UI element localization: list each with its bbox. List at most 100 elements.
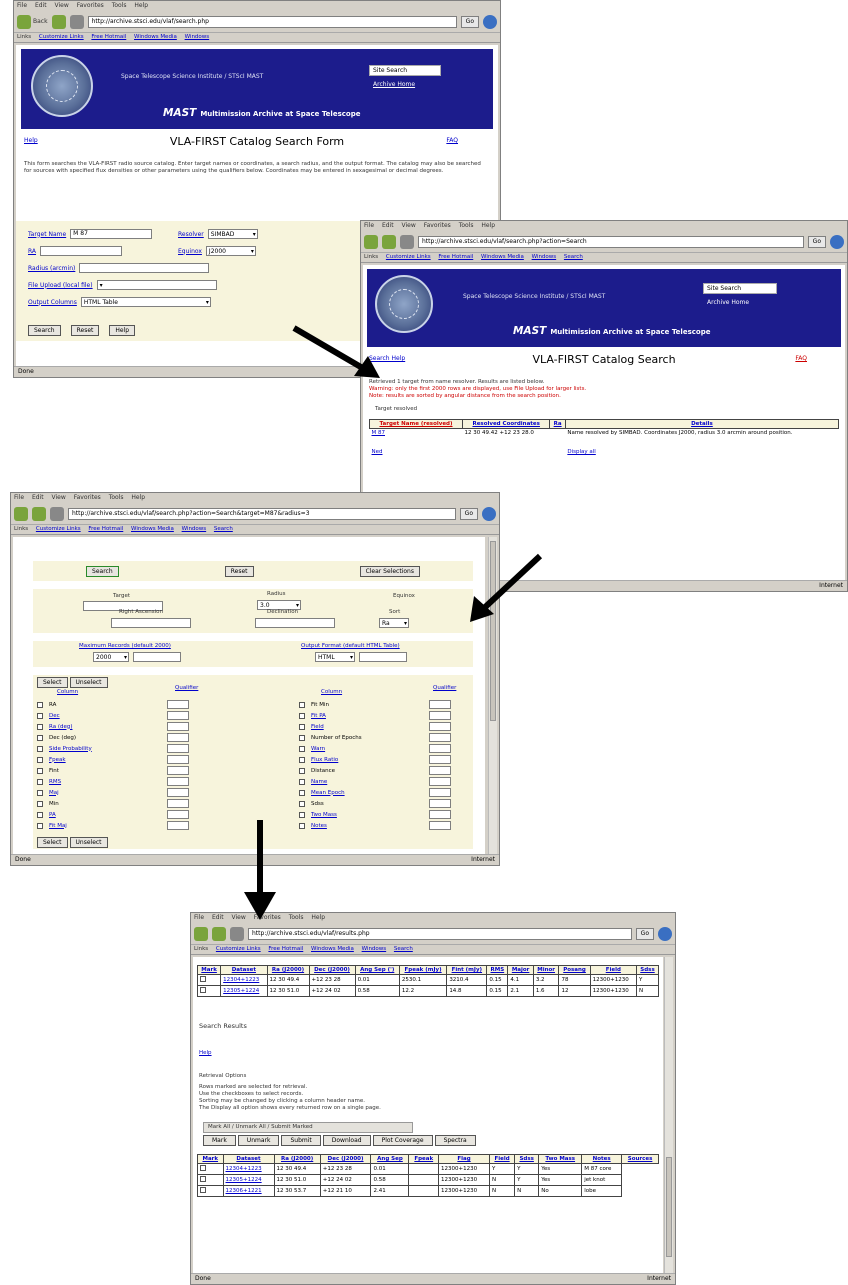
ra-label[interactable]: RA: [28, 248, 36, 255]
target-label[interactable]: Target Name: [28, 231, 66, 238]
menu-edit[interactable]: Edit: [35, 2, 47, 9]
menu-bar[interactable]: File Edit View Favorites Tools Help: [361, 221, 847, 231]
table-cell[interactable]: 12304+1223: [220, 974, 268, 986]
qualifier-input[interactable]: [167, 810, 189, 819]
qualifier-input[interactable]: [167, 722, 189, 731]
forward-button[interactable]: [382, 234, 396, 249]
qualifier-input[interactable]: [167, 788, 189, 797]
column-label[interactable]: Fit PA: [311, 713, 411, 719]
column-checkbox[interactable]: [299, 767, 305, 774]
column-label[interactable]: Field: [311, 724, 411, 730]
equinox-label[interactable]: Equinox: [178, 248, 202, 255]
qualifier-input[interactable]: [429, 810, 451, 819]
col-header[interactable]: Posang: [558, 965, 591, 975]
column-label[interactable]: Mean Epoch: [311, 790, 411, 796]
qualifier-input[interactable]: [167, 755, 189, 764]
site-search-box[interactable]: Site Search: [369, 65, 441, 76]
col-header[interactable]: Major: [507, 965, 534, 975]
menu-bar[interactable]: File Edit View Favorites Tools Help: [11, 493, 499, 503]
radius-label[interactable]: Radius (arcmin): [28, 265, 75, 272]
qualifier-input[interactable]: [429, 700, 451, 709]
mark-checkbox[interactable]: [200, 987, 206, 993]
reset-button[interactable]: Reset: [224, 565, 254, 577]
mark-checkbox[interactable]: [200, 1165, 206, 1171]
column-checkbox[interactable]: [37, 756, 43, 763]
col-header[interactable]: Ra (J2000): [273, 1154, 321, 1164]
file-upload-label[interactable]: File Upload (local file): [28, 282, 93, 289]
column-checkbox[interactable]: [299, 778, 305, 785]
select-all-button[interactable]: Select: [37, 677, 68, 688]
action-tab[interactable]: Plot Coverage: [372, 1135, 433, 1146]
faq-link[interactable]: FAQ: [446, 137, 458, 144]
column-checkbox[interactable]: [299, 822, 305, 829]
mark-checkbox[interactable]: [200, 1187, 206, 1193]
output-format-select[interactable]: HTML: [315, 652, 355, 662]
address-bar[interactable]: http://archive.stsci.edu/vlaf/search.php…: [418, 235, 804, 248]
col-header[interactable]: Resolved Coordinates: [461, 419, 551, 429]
equinox-select[interactable]: J2000: [205, 246, 256, 256]
qualifier-input[interactable]: [429, 788, 451, 797]
col-header[interactable]: Ra (J2000): [266, 965, 310, 975]
column-label[interactable]: RMS: [49, 779, 149, 785]
column-label[interactable]: Fit Maj: [49, 823, 149, 829]
reset-button[interactable]: Reset: [70, 325, 100, 336]
go-button[interactable]: Go: [460, 15, 479, 28]
qualifier-input[interactable]: [429, 733, 451, 742]
archive-home-link[interactable]: Archive Home: [373, 81, 415, 88]
back-button[interactable]: [14, 506, 28, 521]
help-link[interactable]: Help: [193, 1030, 663, 1057]
col-header[interactable]: Ra: [549, 419, 566, 429]
column-checkbox[interactable]: [299, 745, 305, 752]
menu-view[interactable]: View: [55, 2, 69, 9]
column-checkbox[interactable]: [37, 745, 43, 752]
column-label[interactable]: RA: [49, 702, 149, 708]
max-records-input[interactable]: [133, 652, 181, 662]
output-format-input[interactable]: [359, 652, 407, 662]
col-header[interactable]: RMS: [486, 965, 509, 975]
qualifier-input[interactable]: [429, 777, 451, 786]
column-label[interactable]: Maj: [49, 790, 149, 796]
column-label[interactable]: Two Mass: [311, 812, 411, 818]
action-tab[interactable]: Mark: [203, 1135, 236, 1146]
col-header[interactable]: Fpeak (mJy): [398, 965, 448, 975]
column-checkbox[interactable]: [299, 811, 305, 818]
scrollbar[interactable]: [664, 957, 673, 1273]
qualifier-input[interactable]: [167, 700, 189, 709]
col-header[interactable]: Flag: [438, 1154, 491, 1164]
stop-button[interactable]: [69, 14, 84, 29]
sort-select[interactable]: Ra: [379, 618, 409, 628]
column-label[interactable]: Distance: [311, 768, 411, 774]
qualifier-input[interactable]: [429, 744, 451, 753]
help-button[interactable]: Help: [109, 325, 136, 336]
column-checkbox[interactable]: [37, 822, 43, 829]
stop-button[interactable]: [50, 506, 64, 521]
column-checkbox[interactable]: [37, 767, 43, 774]
column-checkbox[interactable]: [299, 800, 305, 807]
refresh-button[interactable]: [230, 926, 244, 941]
col-header[interactable]: Minor: [532, 965, 560, 975]
column-checkbox[interactable]: [37, 778, 43, 785]
col-header[interactable]: Field: [589, 965, 637, 975]
action-tab[interactable]: Unmark: [237, 1135, 280, 1146]
unselect-button[interactable]: Unselect: [69, 677, 108, 688]
go-button[interactable]: Go: [807, 235, 826, 248]
clear-selections-button[interactable]: Clear Selections: [359, 565, 420, 577]
qualifier-input[interactable]: [429, 799, 451, 808]
column-label[interactable]: Number of Epochs: [311, 735, 411, 741]
radius-input[interactable]: [79, 263, 210, 273]
col-header[interactable]: Dec (J2000): [308, 965, 356, 975]
mark-options-bar[interactable]: Mark All / Unmark All / Submit Marked: [203, 1122, 413, 1133]
column-label[interactable]: Notes: [311, 823, 411, 829]
column-label[interactable]: Fpeak: [49, 757, 149, 763]
column-checkbox[interactable]: [299, 756, 305, 763]
col-header[interactable]: Mark: [196, 965, 222, 975]
links-item[interactable]: Windows: [185, 34, 210, 40]
forward-button[interactable]: [32, 506, 46, 521]
col-header[interactable]: Dec (J2000): [319, 1154, 372, 1164]
resolver-select[interactable]: SIMBAD: [207, 229, 258, 239]
qualifier-input[interactable]: [429, 821, 451, 830]
column-checkbox[interactable]: [299, 734, 305, 741]
unselect-button-bottom[interactable]: Unselect: [69, 837, 108, 848]
max-records-select[interactable]: 2000: [93, 652, 129, 662]
column-label[interactable]: Warn: [311, 746, 411, 752]
